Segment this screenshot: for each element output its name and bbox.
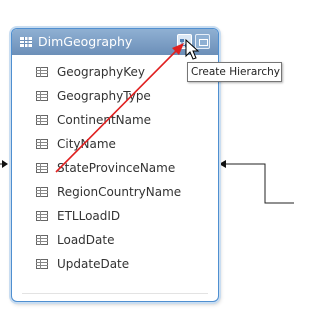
overlay-layer: [55, 38, 200, 173]
annotation-arrow-line: [55, 48, 179, 173]
diagram-canvas: DimGeography GeographyKey GeographyType: [0, 0, 294, 320]
mouse-cursor-icon: [185, 38, 200, 60]
